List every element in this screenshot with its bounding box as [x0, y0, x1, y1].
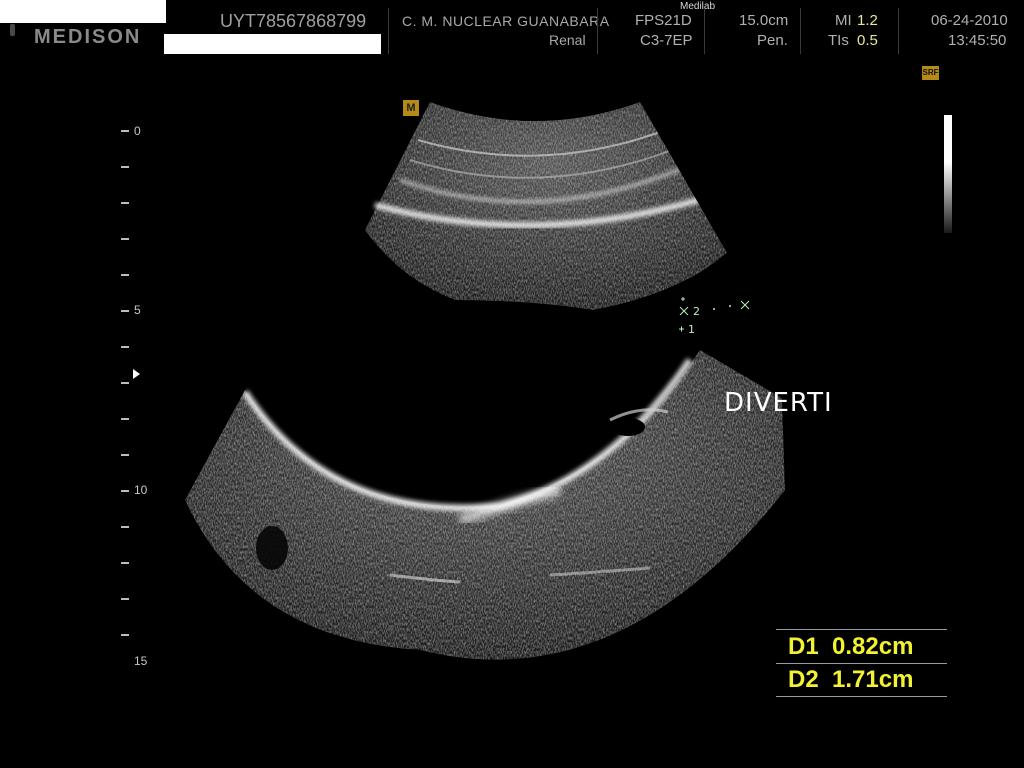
depth-tick	[121, 634, 129, 636]
caliper-label-1: 1	[688, 323, 695, 336]
depth-tick	[121, 454, 129, 456]
depth-tick	[121, 346, 129, 348]
measurement-label: D1	[788, 633, 819, 660]
depth-tick	[121, 382, 129, 384]
depth-tick	[121, 490, 129, 492]
depth-tick	[121, 130, 129, 132]
depth-tick	[121, 274, 129, 276]
measurement-value: 0.82cm	[832, 633, 914, 660]
measurement-d2: D2 1.71cm	[788, 666, 913, 694]
depth-tick	[121, 562, 129, 564]
depth-tick	[121, 598, 129, 600]
grayscale-bar	[944, 115, 952, 233]
depth-label-10: 10	[134, 483, 148, 497]
depth-tick	[121, 202, 129, 204]
divider	[776, 629, 947, 630]
measurement-d1: D1 0.82cm	[788, 633, 913, 661]
depth-tick	[121, 238, 129, 240]
measurement-label: D2	[788, 666, 819, 693]
divider	[776, 663, 947, 664]
depth-label-0: 0	[134, 124, 141, 138]
measurement-results: D1 0.82cm D2 1.71cm	[776, 629, 947, 697]
depth-label-5: 5	[134, 303, 141, 317]
focus-marker-icon[interactable]	[133, 369, 140, 379]
orientation-marker-icon: M	[403, 100, 419, 116]
depth-tick	[121, 166, 129, 168]
depth-tick	[121, 418, 129, 420]
annotation-text: DIVERTI	[724, 388, 833, 418]
depth-tick	[121, 526, 129, 528]
sri-badge-icon: SRF	[922, 66, 939, 80]
measurement-value: 1.71cm	[832, 666, 914, 693]
caliper-label-2: 2	[693, 305, 700, 318]
divider	[776, 696, 947, 697]
depth-tick	[121, 310, 129, 312]
depth-label-15: 15	[134, 654, 148, 668]
